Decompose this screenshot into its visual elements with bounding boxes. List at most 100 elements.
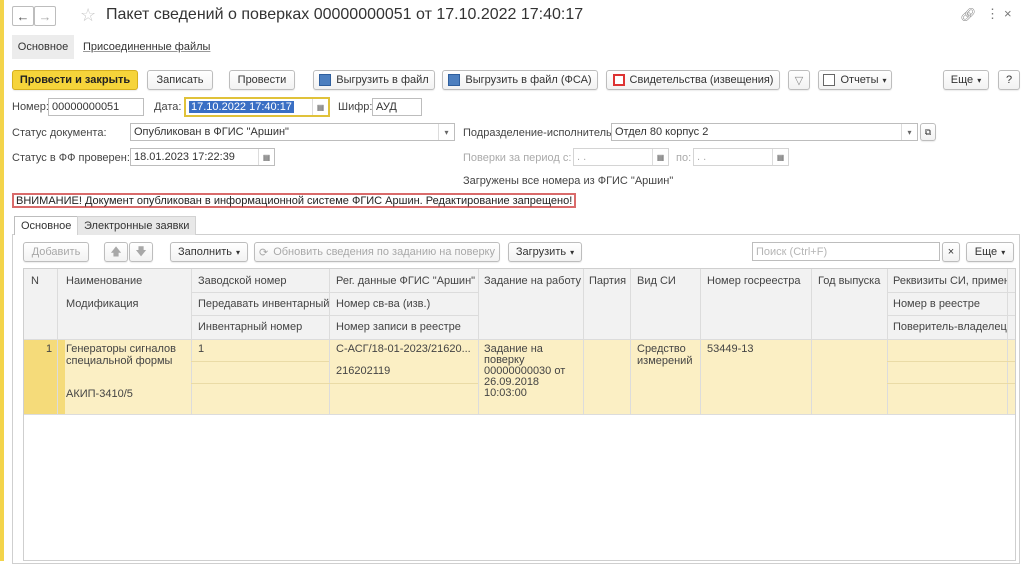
- items-table[interactable]: N Наименование Модификация Заводской ном…: [23, 268, 1016, 561]
- col-task[interactable]: Задание на работу: [484, 275, 581, 287]
- col-serial[interactable]: Заводской номер: [198, 275, 287, 287]
- division-label: Подразделение-исполнитель:: [463, 127, 615, 139]
- date-field[interactable]: 17.10.2022 17:40:17 ▦: [184, 97, 330, 117]
- tab-main[interactable]: Основное: [12, 35, 74, 59]
- tab-attached-files[interactable]: Присоединенные файлы: [83, 41, 210, 53]
- left-accent-bar: [0, 0, 4, 561]
- clear-search-button[interactable]: ×: [942, 242, 960, 262]
- col-registry[interactable]: Номер госреестра: [707, 275, 800, 287]
- number-field[interactable]: 00000000051: [48, 98, 144, 116]
- forward-button[interactable]: →: [34, 6, 56, 26]
- row-n: 1: [46, 343, 53, 355]
- col-year[interactable]: Год выпуска: [818, 275, 880, 287]
- export-icon: [319, 74, 332, 86]
- reports-button[interactable]: Отчеты ▾: [818, 70, 892, 90]
- move-up-button[interactable]: 🡅: [104, 242, 128, 262]
- load-label: Загрузить: [515, 246, 567, 258]
- col-modification[interactable]: Модификация: [66, 298, 139, 310]
- col-requisites[interactable]: Реквизиты СИ, применяе: [893, 275, 1007, 287]
- refresh-task-button[interactable]: ⟳ Обновить сведения по заданию на поверку: [254, 242, 500, 262]
- more-button[interactable]: Еще ▾: [943, 70, 989, 90]
- calendar-icon[interactable]: ▦: [772, 149, 788, 165]
- reports-label: Отчеты: [840, 74, 879, 86]
- row-serial: 1: [198, 343, 205, 355]
- move-down-button[interactable]: 🡇: [129, 242, 153, 262]
- grid-line: [329, 269, 330, 414]
- period-to-label: по:: [676, 152, 692, 164]
- open-icon: ⧉: [924, 126, 932, 137]
- close-icon[interactable]: ×: [1004, 6, 1012, 21]
- col-batch[interactable]: Партия: [589, 275, 626, 287]
- row-selector[interactable]: [24, 339, 65, 414]
- loaded-note: Загружены все номера из ФГИС "Аршин": [463, 175, 674, 187]
- period-to-field[interactable]: . . ▦: [693, 148, 789, 166]
- grid-line: [191, 315, 478, 316]
- inner-tab-requests[interactable]: Электронные заявки: [77, 216, 197, 235]
- chevron-down-icon[interactable]: ▾: [901, 124, 917, 140]
- col-name[interactable]: Наименование: [66, 275, 142, 287]
- help-button[interactable]: ?: [998, 70, 1020, 90]
- link-icon[interactable]: 🔗︎: [960, 7, 977, 23]
- back-button[interactable]: ←: [12, 6, 34, 26]
- row-si-type-line2: измерений: [637, 355, 693, 367]
- filter-icon: ▽: [794, 74, 804, 87]
- filter-button[interactable]: ▽: [788, 70, 810, 90]
- post-and-close-button[interactable]: Провести и закрыть: [12, 70, 138, 90]
- row-registry: 53449-13: [707, 343, 754, 355]
- calendar-icon[interactable]: ▦: [258, 149, 274, 165]
- chevron-down-icon: ▾: [882, 75, 887, 85]
- search-input[interactable]: Поиск (Ctrl+F): [752, 242, 940, 261]
- calendar-icon[interactable]: ▦: [652, 149, 668, 165]
- status-field[interactable]: Опубликован в ФГИС "Аршин" ▾: [130, 123, 455, 141]
- save-button[interactable]: Записать: [147, 70, 213, 90]
- grid-line: [700, 269, 701, 414]
- col-n[interactable]: N: [31, 275, 39, 287]
- row-cert: 216202119: [336, 365, 391, 377]
- col-registry-number[interactable]: Номер в реестре: [893, 298, 980, 310]
- chevron-down-icon: ▾: [236, 247, 241, 257]
- load-button[interactable]: Загрузить ▾: [508, 242, 582, 262]
- row-name-line2: специальной формы: [66, 355, 173, 367]
- col-owner[interactable]: Поверитель-владелец: [893, 321, 1007, 333]
- grid-line: [191, 269, 192, 414]
- grid-line: [191, 383, 329, 384]
- warning-banner: ВНИМАНИЕ! Документ опубликован в информа…: [12, 193, 577, 208]
- pdf-icon: [612, 74, 625, 86]
- export-fsa-button[interactable]: Выгрузить в файл (ФСА): [442, 70, 598, 90]
- grid-line: [57, 269, 58, 414]
- col-transfer-inv[interactable]: Передавать инвентарный: [198, 298, 329, 310]
- col-reg[interactable]: Рег. данные ФГИС "Аршин": [336, 275, 475, 287]
- status-label: Статус документа:: [12, 127, 107, 139]
- export-file-button[interactable]: Выгрузить в файл: [313, 70, 435, 90]
- row-si-type-line1: Средство: [637, 343, 686, 355]
- tab-main-label: Основное: [17, 41, 69, 53]
- col-inv-number[interactable]: Инвентарный номер: [198, 321, 302, 333]
- grid-more-button[interactable]: Еще ▾: [966, 242, 1014, 262]
- calendar-icon[interactable]: ▦: [312, 99, 328, 115]
- number-label: Номер:: [12, 101, 49, 113]
- row-task-line5: 10:03:00: [484, 387, 527, 399]
- arrow-right-icon: →: [38, 8, 52, 24]
- inner-tab-main[interactable]: Основное: [14, 216, 79, 235]
- open-division-button[interactable]: ⧉: [920, 123, 936, 141]
- fill-button[interactable]: Заполнить ▾: [170, 242, 248, 262]
- arrow-up-icon: 🡅: [110, 245, 122, 258]
- checked-field[interactable]: 18.01.2023 17:22:39 ▦: [130, 148, 275, 166]
- division-field[interactable]: Отдел 80 корпус 2 ▾: [611, 123, 918, 141]
- arrow-left-icon: ←: [16, 8, 30, 24]
- grid-line: [24, 339, 1015, 340]
- col-cert-number[interactable]: Номер св-ва (изв.): [336, 298, 430, 310]
- more-vertical-icon[interactable]: ⋮: [986, 6, 999, 22]
- division-value: Отдел 80 корпус 2: [615, 126, 709, 138]
- grid-line: [630, 269, 631, 414]
- certificates-button[interactable]: Свидетельства (извещения): [606, 70, 780, 90]
- period-from-field[interactable]: . . ▦: [573, 148, 669, 166]
- col-si-type[interactable]: Вид СИ: [637, 275, 676, 287]
- post-button[interactable]: Провести: [229, 70, 295, 90]
- more-label: Еще: [950, 74, 974, 86]
- chevron-down-icon[interactable]: ▾: [438, 124, 454, 140]
- col-record-number[interactable]: Номер записи в реестре: [336, 321, 461, 333]
- favorite-star-icon[interactable]: ☆: [80, 5, 96, 26]
- cipher-field[interactable]: АУД: [372, 98, 422, 116]
- add-button[interactable]: Добавить: [23, 242, 89, 262]
